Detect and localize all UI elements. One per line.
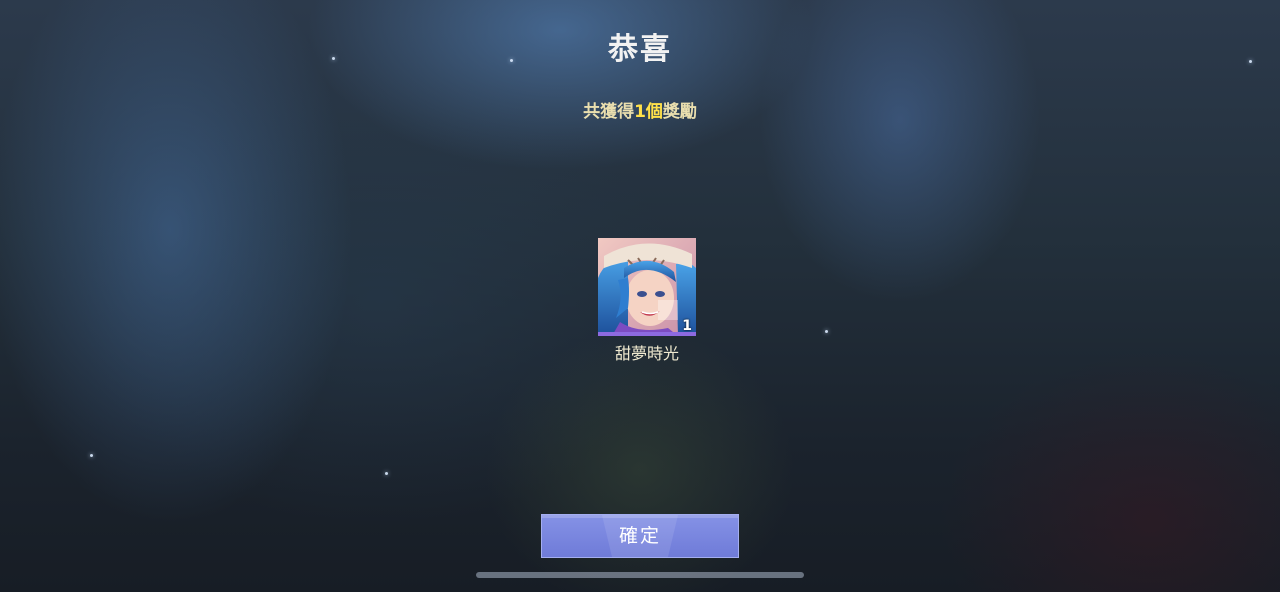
reward-count: 1個: [634, 102, 663, 122]
background-sparkle: [825, 330, 828, 333]
reward-screen: 恭喜 共獲得1個獎勵 1 甜夢時光 確定: [0, 0, 1280, 592]
background-sparkle: [90, 454, 93, 457]
page-title: 恭喜: [608, 32, 672, 67]
confirm-button[interactable]: 確定: [541, 514, 739, 558]
reward-name: 甜夢時光: [614, 344, 679, 363]
home-indicator[interactable]: [476, 572, 804, 578]
reward-item[interactable]: 1: [598, 238, 696, 336]
reward-summary-prefix: 共獲得: [583, 102, 635, 122]
reward-summary-suffix: 獎勵: [662, 102, 697, 122]
confirm-button-label: 確定: [618, 525, 661, 547]
reward-summary: 共獲得1個獎勵: [0, 97, 1280, 122]
background-sparkle: [385, 472, 388, 475]
reward-quantity: 1: [682, 318, 692, 334]
